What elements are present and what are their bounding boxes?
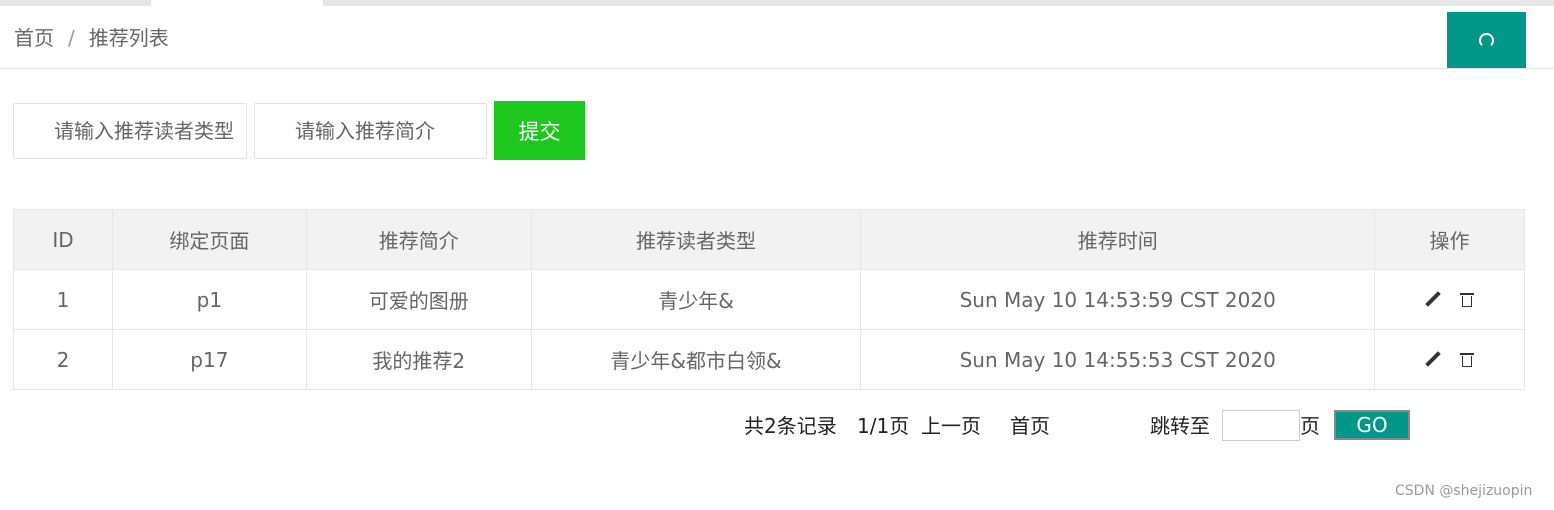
delete-icon[interactable] — [1459, 291, 1474, 312]
tab-bar — [0, 0, 1554, 6]
edit-icon[interactable] — [1425, 291, 1441, 312]
cell-time: Sun May 10 14:53:59 CST 2020 — [860, 269, 1376, 330]
table-row: 1 p1 可爱的图册 青少年& Sun May 10 14:53:59 CST … — [13, 269, 1525, 330]
prev-page-link[interactable]: 上一页 — [921, 410, 981, 439]
table-row: 2 p17 我的推荐2 青少年&都市白领& Sun May 10 14:55:5… — [13, 329, 1525, 390]
header-divider — [0, 68, 1554, 69]
cell-page: p17 — [111, 329, 307, 390]
cell-time: Sun May 10 14:55:53 CST 2020 — [860, 329, 1376, 390]
tab-active[interactable] — [150, 0, 324, 6]
page-unit-label: 页 — [1300, 414, 1320, 438]
column-header-actions: 操作 — [1374, 209, 1525, 270]
column-header-id: ID — [13, 209, 113, 270]
record-count: 共2条记录 — [744, 414, 837, 438]
cell-actions — [1374, 269, 1525, 330]
go-button[interactable]: GO — [1334, 410, 1410, 440]
table-header-row: ID 绑定页面 推荐简介 推荐读者类型 推荐时间 操作 — [13, 209, 1525, 270]
recommend-table: ID 绑定页面 推荐简介 推荐读者类型 推荐时间 操作 1 p1 可爱的图册 青… — [13, 209, 1525, 390]
breadcrumb: 首页 / 推荐列表 — [14, 22, 169, 51]
breadcrumb-current: 推荐列表 — [88, 26, 169, 50]
cell-actions — [1374, 329, 1525, 390]
delete-icon[interactable] — [1459, 351, 1474, 372]
jump-label: 跳转至 — [1150, 414, 1210, 438]
cell-page: p1 — [111, 269, 307, 330]
cell-id: 2 — [13, 329, 113, 390]
column-header-page: 绑定页面 — [111, 209, 307, 270]
reader-type-input[interactable] — [13, 103, 247, 159]
intro-input[interactable] — [254, 103, 487, 159]
watermark: CSDN @shejizuopin — [1395, 483, 1533, 499]
refresh-button[interactable] — [1447, 12, 1526, 68]
column-header-time: 推荐时间 — [860, 209, 1376, 270]
cell-reader-type: 青少年&都市白领& — [530, 329, 862, 390]
cell-intro: 我的推荐2 — [305, 329, 532, 390]
refresh-icon — [1479, 32, 1494, 48]
jump-page-input[interactable] — [1222, 410, 1300, 441]
breadcrumb-separator: / — [68, 26, 75, 50]
submit-button[interactable]: 提交 — [494, 101, 585, 160]
first-page-link[interactable]: 首页 — [1010, 410, 1050, 439]
cell-intro: 可爱的图册 — [305, 269, 532, 330]
edit-icon[interactable] — [1425, 351, 1441, 372]
cell-id: 1 — [13, 269, 113, 330]
column-header-intro: 推荐简介 — [305, 209, 532, 270]
column-header-reader-type: 推荐读者类型 — [530, 209, 862, 270]
page-info: 1/1页 — [857, 414, 910, 438]
breadcrumb-home[interactable]: 首页 — [14, 26, 54, 50]
cell-reader-type: 青少年& — [530, 269, 862, 330]
